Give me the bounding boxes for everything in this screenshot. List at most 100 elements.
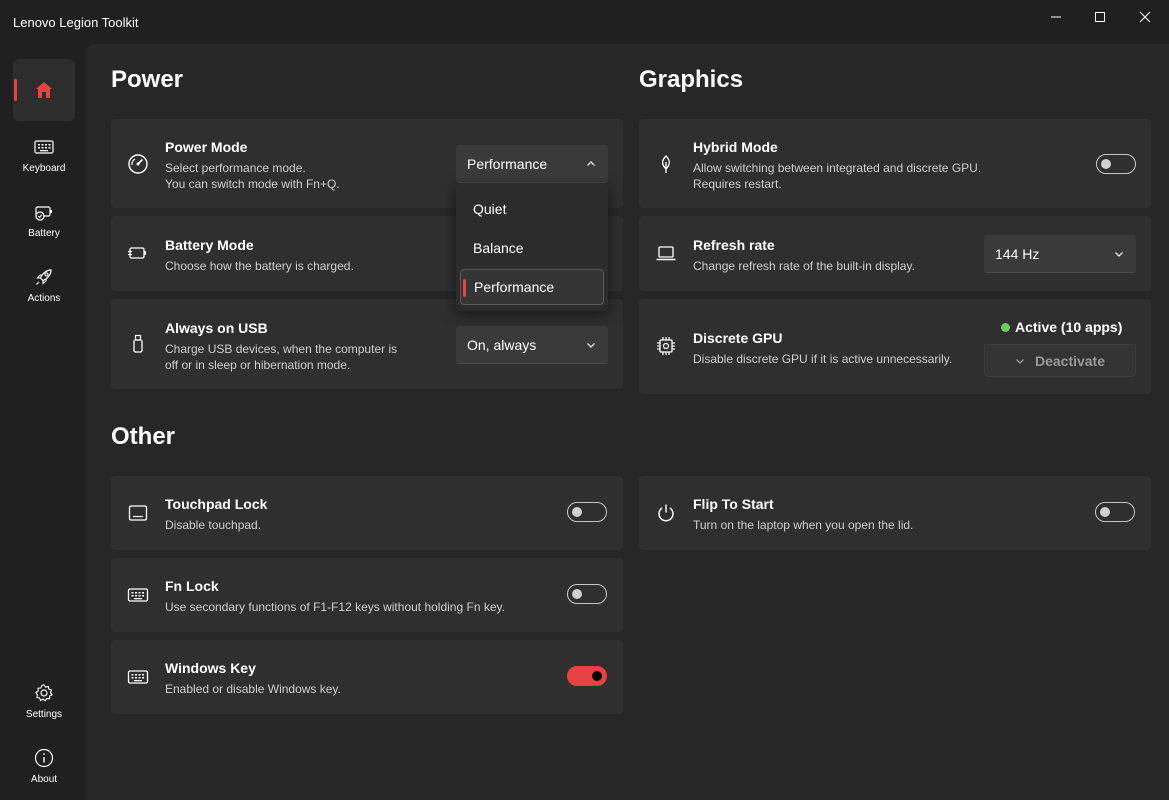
refresh-rate-desc: Change refresh rate of the built-in disp… [693, 259, 915, 273]
toggle-knob [1100, 507, 1110, 517]
windows-key-desc: Enabled or disable Windows key. [165, 682, 341, 696]
gear-icon [35, 683, 53, 701]
minimize-icon [1051, 16, 1061, 18]
discrete-gpu-status-text: Active (10 apps) [1015, 319, 1123, 335]
deactivate-button[interactable]: Deactivate [984, 344, 1136, 377]
power-icon [655, 502, 677, 524]
card-discrete-gpu: Discrete GPU Disable discrete GPU if it … [639, 299, 1151, 394]
touchpad-lock-toggle[interactable] [567, 502, 607, 522]
always-on-usb-desc-line2: off or in sleep or hibernation mode. [165, 358, 351, 372]
power-mode-options-flyout: Quiet Balance Performance [456, 183, 608, 311]
fn-lock-toggle[interactable] [567, 584, 607, 604]
fn-lock-desc: Use secondary functions of F1-F12 keys w… [165, 600, 505, 614]
hybrid-mode-title: Hybrid Mode [693, 139, 778, 155]
toggle-knob [572, 507, 582, 517]
windows-key-title: Windows Key [165, 660, 256, 676]
power-mode-option-balance[interactable]: Balance [460, 230, 604, 266]
keyboard-icon [34, 139, 54, 154]
chevron-down-icon [587, 343, 595, 348]
refresh-rate-dropdown[interactable]: 144 Hz [984, 235, 1136, 273]
hybrid-mode-toggle[interactable] [1096, 154, 1136, 174]
toggle-knob [572, 589, 582, 599]
card-touchpad-lock: Touchpad Lock Disable touchpad. [111, 476, 623, 550]
power-mode-dropdown[interactable]: Performance [456, 145, 608, 183]
always-on-usb-title: Always on USB [165, 320, 268, 336]
chevron-up-icon [587, 161, 595, 166]
battery-charge-icon [127, 242, 149, 264]
refresh-rate-title: Refresh rate [693, 237, 775, 253]
home-icon [36, 82, 52, 98]
touchpad-lock-desc: Disable touchpad. [165, 518, 262, 532]
always-on-usb-desc-line1: Charge USB devices, when the computer is [165, 342, 398, 356]
title-bar: Lenovo Legion Toolkit [0, 0, 1169, 44]
chip-icon [655, 335, 677, 357]
sidebar-item-settings[interactable]: Settings [13, 670, 75, 732]
hybrid-mode-desc-line2: Requires restart. [693, 177, 782, 191]
status-dot [1001, 322, 1010, 332]
keyboard-icon [127, 666, 149, 688]
sidebar-item-label: Actions [27, 292, 61, 304]
card-hybrid-mode: Hybrid Mode Allow switching between inte… [639, 119, 1151, 208]
always-on-usb-selected-value: On, always [467, 336, 537, 353]
sidebar-item-battery[interactable]: Battery [13, 189, 75, 251]
battery-icon [35, 205, 52, 221]
sidebar-item-actions[interactable]: Actions [13, 254, 75, 316]
main-content: Power Power Mode Select performance mode… [86, 44, 1169, 800]
fn-lock-title: Fn Lock [165, 578, 219, 594]
rocket-icon [36, 268, 52, 285]
power-mode-desc-line2: You can switch mode with Fn+Q. [165, 177, 340, 191]
card-windows-key: Windows Key Enabled or disable Windows k… [111, 640, 623, 714]
minimize-button[interactable] [1033, 0, 1079, 34]
chevron-down-icon [1016, 358, 1024, 364]
refresh-rate-selected-value: 144 Hz [995, 245, 1040, 262]
sidebar-item-label: Settings [25, 708, 63, 720]
sidebar-item-label: About [30, 773, 58, 785]
section-title-other: Other [111, 423, 176, 450]
card-flip-to-start: Flip To Start Turn on the laptop when yo… [639, 476, 1151, 550]
section-title-power: Power [111, 66, 184, 93]
power-mode-desc-line1: Select performance mode. [165, 161, 306, 175]
maximize-icon [1095, 12, 1105, 22]
speedometer-icon [127, 153, 149, 175]
leaf-icon [655, 153, 677, 175]
toggle-knob [1101, 159, 1111, 169]
always-on-usb-dropdown[interactable]: On, always [456, 326, 608, 364]
close-icon [1139, 11, 1151, 23]
usb-icon [127, 333, 149, 355]
battery-mode-title: Battery Mode [165, 237, 254, 253]
toggle-knob [592, 671, 602, 681]
keyboard-icon [127, 584, 149, 606]
discrete-gpu-title: Discrete GPU [693, 330, 783, 346]
discrete-gpu-desc: Disable discrete GPU if it is active unn… [693, 352, 953, 366]
sidebar-item-label: Keyboard [22, 162, 66, 174]
chevron-down-icon [1115, 252, 1123, 257]
close-button[interactable] [1122, 0, 1168, 34]
flip-to-start-title: Flip To Start [693, 496, 774, 512]
sidebar: Keyboard Battery Actions Settings About [0, 44, 86, 800]
battery-mode-desc: Choose how the battery is charged. [165, 259, 354, 273]
sidebar-item-keyboard[interactable]: Keyboard [13, 124, 75, 186]
hybrid-mode-desc-line1: Allow switching between integrated and d… [693, 161, 982, 175]
card-refresh-rate: Refresh rate Change refresh rate of the … [639, 216, 1151, 291]
info-icon [34, 748, 54, 767]
power-mode-option-quiet[interactable]: Quiet [460, 191, 604, 227]
touchpad-lock-title: Touchpad Lock [165, 496, 268, 512]
sidebar-item-about[interactable]: About [13, 735, 75, 797]
maximize-button[interactable] [1077, 0, 1123, 34]
sidebar-item-home[interactable] [13, 59, 75, 121]
deactivate-button-label: Deactivate [1034, 352, 1106, 369]
sidebar-item-label: Battery [28, 227, 60, 239]
touchpad-icon [127, 502, 149, 524]
card-fn-lock: Fn Lock Use secondary functions of F1-F1… [111, 558, 623, 632]
windows-key-toggle[interactable] [567, 666, 607, 686]
laptop-icon [655, 242, 677, 264]
flip-to-start-desc: Turn on the laptop when you open the lid… [693, 518, 914, 532]
window-title: Lenovo Legion Toolkit [13, 15, 139, 30]
power-mode-option-performance[interactable]: Performance [460, 269, 604, 305]
power-mode-selected-value: Performance [467, 155, 548, 172]
flip-to-start-toggle[interactable] [1095, 502, 1135, 522]
discrete-gpu-status: Active (10 apps) [1001, 319, 1122, 335]
section-title-graphics: Graphics [639, 66, 744, 93]
card-always-on-usb: Always on USB Charge USB devices, when t… [111, 299, 623, 389]
power-mode-title: Power Mode [165, 139, 248, 155]
